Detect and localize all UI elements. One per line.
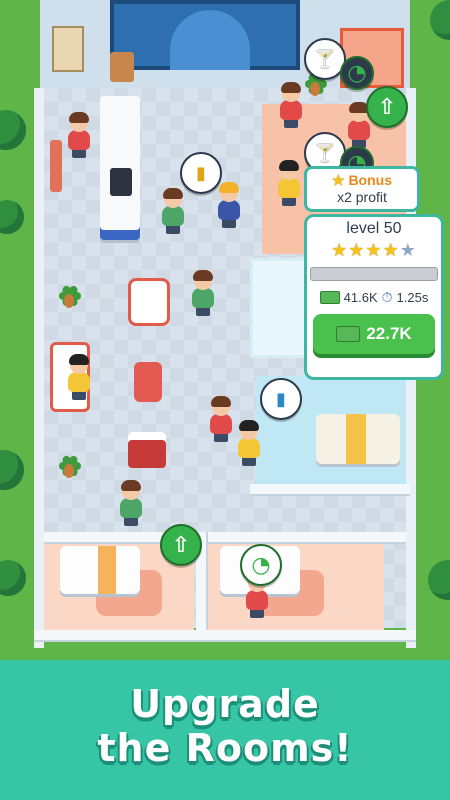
guest-character[interactable] (66, 112, 92, 158)
promo-banner: Upgrade the Rooms! (0, 660, 450, 800)
potted-palm (50, 446, 90, 486)
room-level-panel: level 50 ★★★★★ 41.6K ⏱ 1.25s 22.7K (304, 214, 444, 380)
tree (428, 560, 450, 600)
stats-row: 41.6K ⏱ 1.25s (307, 289, 441, 306)
upgrade-arrow-icon[interactable]: ⇧ (366, 86, 408, 128)
timer-icon: ◔ (340, 56, 374, 90)
potted-palm (50, 276, 90, 316)
bonus-subtitle: x2 profit (337, 189, 387, 205)
cash-icon (319, 291, 340, 304)
guest-character[interactable] (276, 160, 302, 206)
wall-segment (44, 532, 406, 542)
upgrade-cost: 22.7K (366, 324, 412, 343)
maid-character[interactable] (278, 82, 304, 128)
bottom-wall (34, 630, 416, 640)
star-icon: ★ (365, 240, 383, 261)
star-icon: ★ (331, 172, 345, 188)
bench (50, 140, 62, 192)
stopwatch-icon: ⏱ (381, 289, 393, 305)
armchair (128, 278, 170, 326)
guest-character[interactable] (160, 188, 186, 234)
star-icon: ★ (382, 240, 400, 261)
level-progress-bar (310, 267, 438, 281)
ottoman (134, 362, 162, 402)
maid-character[interactable] (208, 396, 234, 442)
upgrade-arrow-icon[interactable]: ⇧ (160, 524, 202, 566)
cash-icon (336, 326, 361, 342)
time-value: 1.25s (396, 290, 429, 305)
towel-request-bubble[interactable]: ▮ (260, 378, 302, 420)
luggage-cart (128, 432, 166, 468)
profit-value: 41.6K (343, 290, 378, 305)
bonus-title: ★ Bonus (307, 172, 417, 189)
vending-machine (52, 26, 84, 72)
guest-character[interactable] (118, 480, 144, 526)
star-icon: ★ (348, 240, 366, 261)
tree (0, 110, 26, 150)
left-outer-wall (34, 88, 44, 648)
bed-blanket-stripe (98, 546, 116, 594)
star-icon: ★ (331, 240, 349, 261)
banner-line-1: Upgrade (130, 682, 320, 726)
lectern (110, 52, 134, 82)
guest-character[interactable] (66, 354, 92, 400)
tree (430, 0, 450, 40)
rating-stars: ★★★★★ (307, 240, 441, 261)
timer-icon: ◔ (240, 544, 282, 586)
bonus-panel: ★ Bonus x2 profit (304, 166, 420, 212)
tree (0, 450, 24, 490)
tree (0, 200, 24, 234)
star-icon: ★ (399, 240, 417, 261)
receptionist-character[interactable] (216, 182, 242, 228)
wall-segment (250, 484, 410, 494)
guest-character[interactable] (236, 420, 262, 466)
level-label: level 50 (346, 220, 402, 237)
bed-blanket-stripe (346, 414, 366, 464)
upgrade-room-button[interactable]: 22.7K (313, 314, 435, 354)
bonus-title-text: Bonus (348, 172, 392, 188)
computer (110, 168, 132, 196)
banner-line-2: the Rooms! (97, 726, 353, 770)
tree (0, 560, 26, 596)
key-request-bubble[interactable]: ▮ (180, 152, 222, 194)
guest-character[interactable] (190, 270, 216, 316)
